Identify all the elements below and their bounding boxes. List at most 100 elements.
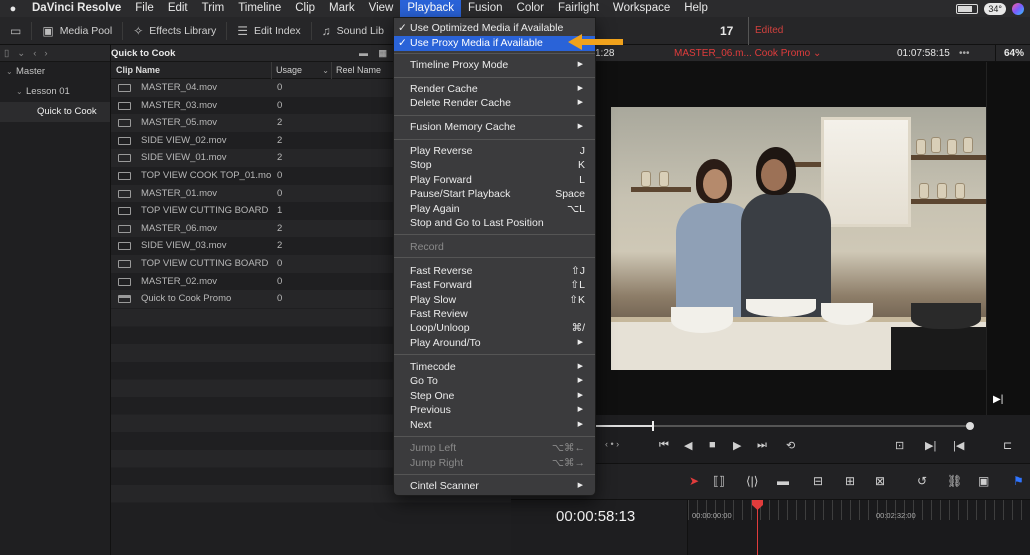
menu-item-fast-reverse[interactable]: Fast Reverse ⇧J	[394, 264, 595, 279]
lock-icon[interactable]: ▣	[978, 474, 989, 488]
menu-mark[interactable]: Mark	[322, 0, 362, 17]
overlay-icon[interactable]: ⊏	[1003, 439, 1012, 452]
menu-shortcut: ⇧L	[570, 279, 585, 291]
forward-icon[interactable]: ›	[44, 48, 47, 59]
column-usage[interactable]: Usage ⌄	[271, 61, 331, 79]
edit-index-button[interactable]: ☰ Edit Index	[227, 17, 310, 45]
back-icon[interactable]: ‹	[33, 48, 36, 59]
submenu-arrow-icon: ▶	[577, 406, 583, 413]
apple-icon[interactable]: ●	[0, 3, 26, 15]
menu-fairlight[interactable]: Fairlight	[551, 0, 606, 17]
chevron-down-icon[interactable]: ⌄	[17, 48, 25, 59]
prev-edit-icon[interactable]: |◀	[953, 439, 964, 452]
menu-item-play-forward[interactable]: Play Forward L	[394, 173, 595, 188]
video-frame	[611, 107, 986, 370]
media-pool-button[interactable]: ▣ Media Pool	[32, 17, 122, 45]
secondary-viewer[interactable]	[986, 62, 1030, 415]
clip-usage: 2	[277, 134, 283, 146]
menu-item-play-around-to[interactable]: Play Around/To ▶	[394, 336, 595, 351]
timeline-ruler[interactable]: 00:00:00:00 00:02:32:00	[687, 499, 1030, 555]
menu-item-fusion-memory-cache[interactable]: Fusion Memory Cache ▶	[394, 120, 595, 135]
overwrite-clip-icon[interactable]: ⊞	[845, 474, 855, 488]
match-frame-icon[interactable]: ⊡	[895, 439, 904, 452]
play-icon[interactable]: ▶	[733, 439, 741, 452]
menu-item-play-reverse[interactable]: Play Reverse J	[394, 144, 595, 159]
selection-tool-icon[interactable]: ➤	[689, 474, 699, 488]
snapping-icon[interactable]: ↺	[917, 474, 927, 488]
timeline-timecode[interactable]: 00:00:58:13	[556, 508, 635, 525]
menu-color[interactable]: Color	[510, 0, 551, 17]
sound-library-button[interactable]: ♫ Sound Lib	[312, 17, 394, 45]
play-reverse-icon[interactable]: ◀	[684, 439, 692, 452]
menu-item-fast-forward[interactable]: Fast Forward ⇧L	[394, 278, 595, 293]
menu-item-timecode[interactable]: Timecode ▶	[394, 360, 595, 375]
menu-app[interactable]: DaVinci Resolve	[26, 0, 128, 17]
menu-item-fast-review[interactable]: Fast Review	[394, 307, 595, 322]
next-clip-icon[interactable]: ▶︎|	[993, 394, 1003, 405]
trim-tool-icon[interactable]: ⟦⟧	[713, 474, 725, 488]
menu-clip[interactable]: Clip	[288, 0, 322, 17]
record-timecode: 01:07:58:15	[897, 48, 950, 59]
jar	[919, 183, 929, 199]
menu-edit[interactable]: Edit	[161, 0, 195, 17]
go-to-first-icon[interactable]: ⏮	[659, 439, 669, 452]
menu-playback[interactable]: Playback	[400, 0, 461, 17]
menu-item-next[interactable]: Next ▶	[394, 418, 595, 433]
effects-library-button[interactable]: ✧ Effects Library	[123, 17, 226, 45]
column-reel-name[interactable]: Reel Name	[331, 61, 381, 79]
menu-item-cintel-scanner[interactable]: Cintel Scanner ▶	[394, 479, 595, 494]
view-mode-icons[interactable]: ▬ ▦	[359, 48, 391, 59]
stop-icon[interactable]: ■	[709, 439, 716, 451]
column-clip-name[interactable]: Clip Name	[116, 65, 160, 75]
siri-icon[interactable]	[1012, 2, 1024, 15]
menu-workspace[interactable]: Workspace	[606, 0, 677, 17]
menu-item-stop-and-go-to-last-position[interactable]: Stop and Go to Last Position	[394, 216, 595, 231]
replace-clip-icon[interactable]: ⊠	[875, 474, 885, 488]
menu-item-delete-render-cache[interactable]: Delete Render Cache ▶	[394, 96, 595, 111]
sidebar-toggle-icon[interactable]: ▯	[4, 48, 9, 59]
blade-tool-icon[interactable]: ▬	[777, 474, 789, 488]
go-to-last-icon[interactable]: ⏭	[757, 439, 767, 452]
menu-item-play-slow[interactable]: Play Slow ⇧K	[394, 293, 595, 308]
flag-icon[interactable]: ⚑	[1013, 474, 1024, 488]
jog-control[interactable]: ‹ • ›	[605, 439, 619, 449]
menu-item-timeline-proxy-mode[interactable]: Timeline Proxy Mode ▶	[394, 58, 595, 73]
menu-fusion[interactable]: Fusion	[461, 0, 510, 17]
menu-item-use-optimized-media-if-available[interactable]: ✓ Use Optimized Media if Available	[394, 21, 595, 36]
timeline-name-dropdown[interactable]: MASTER_06.m... Cook Promo ⌄	[674, 45, 821, 62]
menu-item-render-cache[interactable]: Render Cache ▶	[394, 82, 595, 97]
clip-usage: 0	[277, 293, 283, 305]
menu-item-label: Stop	[410, 159, 432, 171]
disclosure-icon[interactable]: ⌄	[6, 62, 16, 82]
bin-item-quick-to-cook[interactable]: Quick to Cook	[0, 102, 110, 122]
menu-help[interactable]: Help	[677, 0, 715, 17]
next-edit-icon[interactable]: ▶|	[925, 439, 936, 452]
scrubber-handle[interactable]	[652, 421, 654, 431]
more-options-button[interactable]: •••	[959, 45, 970, 62]
menu-file[interactable]: File	[128, 0, 161, 17]
menu-item-loop-unloop[interactable]: Loop/Unloop ⌘/	[394, 321, 595, 336]
dynamic-trim-icon[interactable]: ⟨|⟩	[746, 474, 758, 488]
checkmark-icon: ✓	[398, 22, 407, 34]
loop-icon[interactable]: ⟲	[786, 439, 795, 452]
insert-clip-icon[interactable]: ⊟	[813, 474, 823, 488]
menu-item-go-to[interactable]: Go To ▶	[394, 374, 595, 389]
menu-item-pause-start-playback[interactable]: Pause/Start Playback Space	[394, 187, 595, 202]
menu-timeline[interactable]: Timeline	[231, 0, 288, 17]
clip-usage: 2	[277, 222, 283, 234]
menu-trim[interactable]: Trim	[195, 0, 232, 17]
temperature-badge[interactable]: 34°	[984, 2, 1006, 15]
zoom-level[interactable]: 64%	[995, 45, 1030, 62]
battery-icon[interactable]	[956, 3, 979, 14]
menu-item-step-one[interactable]: Step One ▶	[394, 389, 595, 404]
menu-item-stop[interactable]: Stop K	[394, 158, 595, 173]
link-icon[interactable]: ⛓	[947, 474, 962, 488]
menu-item-previous[interactable]: Previous ▶	[394, 403, 595, 418]
bin-item-lesson-01[interactable]: ⌄ Lesson 01	[0, 82, 110, 102]
toolbar-layout-button[interactable]: ▭	[0, 17, 31, 45]
menu-item-use-proxy-media-if-available[interactable]: ✓ Use Proxy Media if Available	[394, 36, 595, 51]
bin-item-master[interactable]: ⌄ Master	[0, 62, 110, 82]
disclosure-icon[interactable]: ⌄	[16, 82, 26, 102]
menu-view[interactable]: View	[362, 0, 401, 17]
menu-item-play-again[interactable]: Play Again ⌥L	[394, 202, 595, 217]
